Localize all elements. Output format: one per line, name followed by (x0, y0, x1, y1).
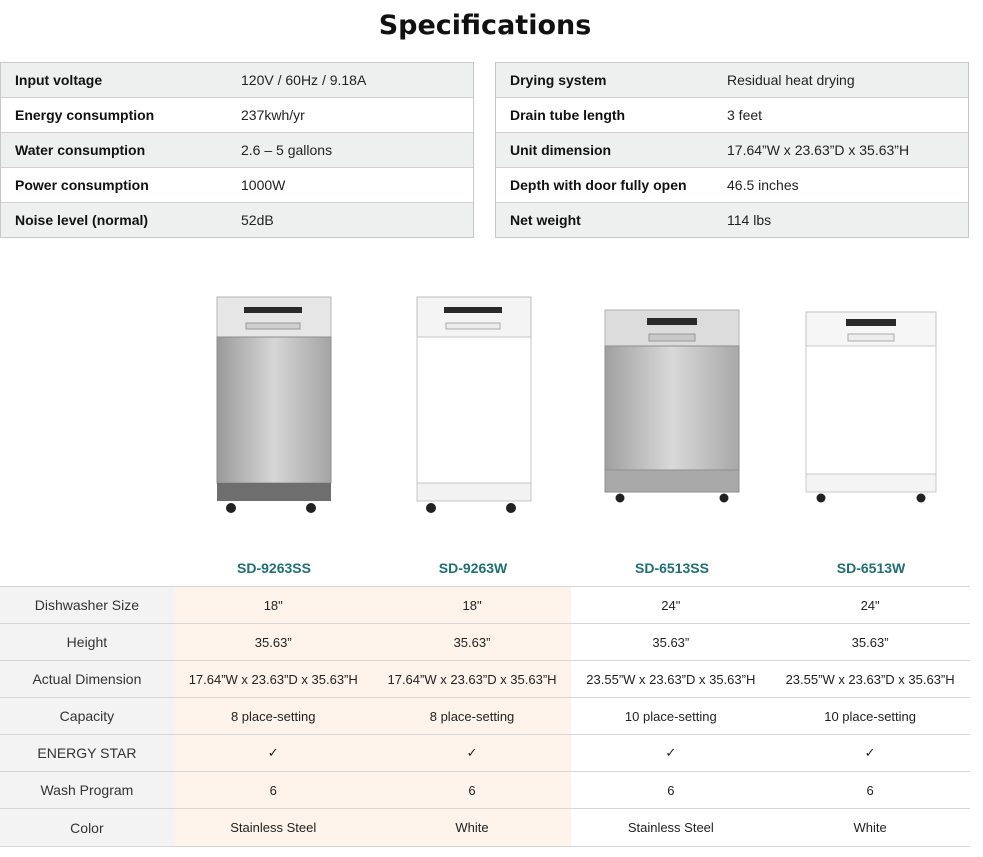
table-cell: 8 place-setting (372, 698, 572, 734)
check-icon: ✓ (173, 735, 373, 771)
spec-value: 120V / 60Hz / 9.18A (241, 72, 367, 88)
table-cell: 6 (667, 782, 675, 798)
table-cell: 35.63” (372, 624, 572, 660)
table-cell: 10 place-setting (624, 708, 717, 724)
spec-value: 3 feet (727, 107, 763, 123)
spec-row: Noise level (normal) 52dB (1, 202, 473, 237)
spec-label: Power consumption (15, 177, 149, 193)
model-name: SD-6513W (836, 560, 906, 576)
table-cell: Stainless Steel (173, 809, 373, 846)
spec-label: Input voltage (15, 72, 103, 88)
row-label: ENERGY STAR (0, 735, 174, 771)
spec-row: Net weight 114 lbs (496, 202, 968, 237)
spec-value: Residual heat drying (727, 72, 855, 88)
row-label: Color (0, 809, 174, 846)
table-row: Dishwasher Size 18" 18" 24" 24" (0, 586, 970, 623)
spec-row: Drain tube length 3 feet (496, 97, 968, 132)
row-label: Wash Program (0, 772, 174, 808)
table-cell: 10 place-setting (824, 708, 916, 724)
table-cell: 6 (866, 782, 874, 798)
table-cell: 23.55”W x 23.63”D x 35.63”H (785, 671, 955, 687)
table-cell: Stainless Steel (627, 820, 714, 835)
spec-value: 52dB (241, 212, 274, 228)
model-name: SD-6513SS (635, 560, 709, 576)
table-row: Actual Dimension 17.64”W x 23.63”D x 35.… (0, 660, 970, 697)
row-label: Actual Dimension (0, 661, 174, 697)
spec-label: Net weight (510, 212, 581, 228)
spec-label: Depth with door fully open (510, 177, 687, 193)
spec-label: Water consumption (15, 142, 146, 158)
table-cell: 24" (860, 597, 880, 613)
spec-value: 46.5 inches (727, 177, 799, 193)
spec-row: Depth with door fully open 46.5 inches (496, 167, 968, 202)
dishwasher-sd-9263ss-image (216, 296, 332, 513)
spec-label: Energy consumption (15, 107, 155, 123)
spec-value: 114 lbs (727, 212, 772, 228)
row-label: Height (0, 624, 174, 660)
spec-table-right: Drying system Residual heat drying Drain… (495, 62, 969, 238)
table-cell: 6 (372, 772, 572, 808)
check-icon: ✓ (665, 745, 677, 760)
table-cell: 24" (661, 597, 681, 613)
spec-value: 17.64”W x 23.63”D x 35.63”H (727, 142, 910, 158)
table-cell: 23.55”W x 23.63”D x 35.63”H (586, 671, 756, 687)
spec-value: 2.6 – 5 gallons (241, 142, 333, 158)
table-row: ENERGY STAR ✓ ✓ ✓ ✓ (0, 734, 970, 771)
spec-label: Drying system (510, 72, 607, 88)
comparison-table: Dishwasher Size 18" 18" 24" 24" Height 3… (0, 586, 970, 847)
check-icon: ✓ (864, 745, 876, 760)
table-cell: 6 (173, 772, 373, 808)
check-icon: ✓ (372, 735, 572, 771)
spec-value: 237kwh/yr (241, 107, 305, 123)
table-cell: 8 place-setting (173, 698, 373, 734)
spec-label: Noise level (normal) (15, 212, 149, 228)
spec-label: Unit dimension (510, 142, 612, 158)
spec-row: Energy consumption 237kwh/yr (1, 97, 473, 132)
spec-value: 1000W (241, 177, 286, 193)
dishwasher-sd-9263w-image (416, 296, 532, 513)
spec-row: Unit dimension 17.64”W x 23.63”D x 35.63… (496, 132, 968, 167)
spec-row: Power consumption 1000W (1, 167, 473, 202)
table-row: Height 35.63” 35.63” 35.63” 35.63” (0, 623, 970, 660)
table-row: Capacity 8 place-setting 8 place-setting… (0, 697, 970, 734)
spec-row: Water consumption 2.6 – 5 gallons (1, 132, 473, 167)
dishwasher-sd-6513ss-image (604, 309, 740, 503)
row-label: Dishwasher Size (0, 587, 174, 623)
spec-table-left: Input voltage 120V / 60Hz / 9.18A Energy… (0, 62, 474, 238)
page-title: Specifications (378, 10, 592, 41)
table-cell: 18" (372, 587, 572, 623)
spec-row: Input voltage 120V / 60Hz / 9.18A (1, 63, 473, 97)
table-cell: White (372, 809, 572, 846)
table-cell: 35.63” (851, 634, 889, 650)
table-cell: 17.64”W x 23.63”D x 35.63”H (372, 661, 572, 697)
dishwasher-sd-6513w-image (805, 311, 937, 503)
table-cell: White (853, 820, 887, 835)
spec-row: Drying system Residual heat drying (496, 63, 968, 97)
table-cell: 35.63” (652, 634, 690, 650)
table-row: Wash Program 6 6 6 6 (0, 771, 970, 808)
spec-label: Drain tube length (510, 107, 626, 123)
table-cell: 35.63” (173, 624, 373, 660)
model-name: SD-9263SS (237, 560, 311, 576)
table-row: Color Stainless Steel White Stainless St… (0, 808, 970, 847)
row-label: Capacity (0, 698, 174, 734)
model-name: SD-9263W (438, 560, 508, 576)
table-cell: 17.64”W x 23.63”D x 35.63”H (173, 661, 373, 697)
table-cell: 18" (173, 587, 373, 623)
